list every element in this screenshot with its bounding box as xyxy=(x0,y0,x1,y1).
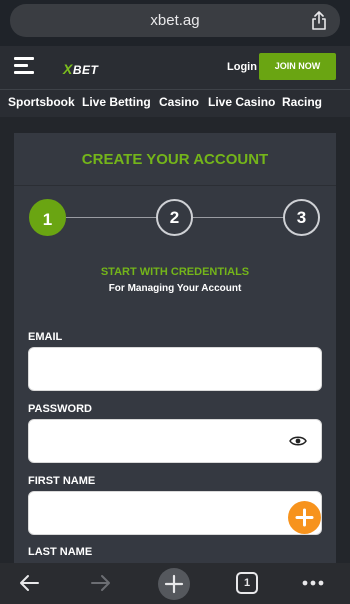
plus-icon xyxy=(295,508,314,527)
add-button[interactable] xyxy=(288,501,321,534)
logo-text: XBET xyxy=(63,61,99,77)
password-field[interactable] xyxy=(28,419,322,463)
join-now-button[interactable]: JOIN NOW xyxy=(259,53,336,80)
nav-item-casino[interactable]: Casino xyxy=(159,95,199,109)
nav-item-sportsbook[interactable]: Sportsbook xyxy=(8,95,75,109)
back-arrow-icon[interactable] xyxy=(18,573,40,593)
menu-icon[interactable] xyxy=(14,57,34,75)
logo[interactable]: XBET xyxy=(63,61,98,77)
step-1-indicator: 1 xyxy=(29,199,66,236)
divider xyxy=(14,185,336,186)
more-icon[interactable] xyxy=(302,580,324,586)
site-header: XBET Login JOIN NOW xyxy=(0,46,350,89)
browser-top-bar: xbet.ag xyxy=(0,0,350,46)
step-3-indicator: 3 xyxy=(283,199,320,236)
main-nav: Sportsbook Live Betting Casino Live Casi… xyxy=(0,90,350,117)
step-subtitle: START WITH CREDENTIALS xyxy=(100,266,250,278)
new-tab-icon[interactable] xyxy=(157,567,191,601)
nav-item-racing[interactable]: Racing xyxy=(282,95,322,109)
first-name-field[interactable] xyxy=(28,491,322,535)
nav-item-live-casino[interactable]: Live Casino xyxy=(208,95,275,109)
step-connector xyxy=(66,217,157,218)
registration-card: CREATE YOUR ACCOUNT 1 2 3 START WITH CRE… xyxy=(14,133,336,563)
login-link[interactable]: Login xyxy=(227,61,257,73)
address-bar[interactable]: xbet.ag xyxy=(10,4,340,37)
eye-icon[interactable] xyxy=(289,434,307,448)
step-connector xyxy=(193,217,284,218)
last-name-label: LAST NAME xyxy=(28,546,93,558)
step-2-indicator: 2 xyxy=(156,199,193,236)
url-text: xbet.ag xyxy=(150,12,200,29)
browser-toolbar: 1 xyxy=(0,563,350,604)
email-field[interactable] xyxy=(28,347,322,391)
tabs-button[interactable]: 1 xyxy=(236,572,258,594)
nav-item-live-betting[interactable]: Live Betting xyxy=(82,95,151,109)
forward-arrow-icon[interactable] xyxy=(90,573,112,593)
form-title: CREATE YOUR ACCOUNT xyxy=(81,151,269,168)
email-label: EMAIL xyxy=(28,331,63,343)
share-icon[interactable] xyxy=(310,11,328,30)
password-label: PASSWORD xyxy=(28,403,92,415)
step-caption: For Managing Your Account xyxy=(108,283,242,294)
first-name-label: FIRST NAME xyxy=(28,475,96,487)
